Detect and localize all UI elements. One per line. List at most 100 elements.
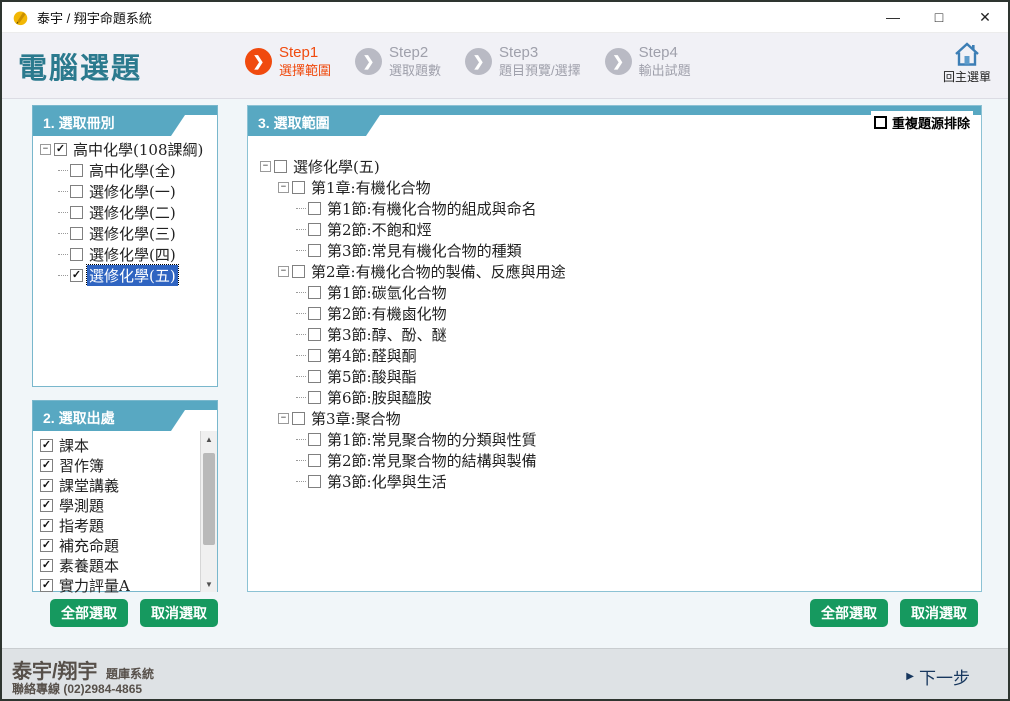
source-checkbox[interactable]: ✓: [40, 539, 53, 552]
node-checkbox[interactable]: [308, 202, 321, 215]
source-checkbox[interactable]: ✓: [40, 519, 53, 532]
node-label[interactable]: 第3節:常見有機化合物的種類: [325, 240, 524, 261]
node-checkbox[interactable]: [308, 307, 321, 320]
node-checkbox[interactable]: [308, 433, 321, 446]
source-label[interactable]: 補充命題: [57, 535, 121, 556]
tree-connector: [296, 481, 306, 482]
tree-expander-icon[interactable]: −: [278, 266, 289, 277]
node-checkbox[interactable]: [292, 265, 305, 278]
node-checkbox[interactable]: [308, 244, 321, 257]
node-checkbox[interactable]: [308, 223, 321, 236]
window-controls: — □ ✕: [870, 2, 1008, 32]
range-select-all-button[interactable]: 全部選取: [810, 599, 888, 627]
node-checkbox[interactable]: [308, 391, 321, 404]
node-label[interactable]: 選修化學(四): [87, 244, 178, 265]
source-label[interactable]: 課本: [57, 435, 91, 456]
node-label[interactable]: 第4節:醛與酮: [325, 345, 419, 366]
node-label[interactable]: 高中化學(全): [87, 160, 178, 181]
node-label[interactable]: 選修化學(一): [87, 181, 178, 202]
node-label[interactable]: 選修化學(三): [87, 223, 178, 244]
source-list-scrollbar[interactable]: ▲ ▼: [200, 431, 217, 592]
close-button[interactable]: ✕: [962, 2, 1008, 32]
step-label: 輸出試題: [639, 63, 691, 79]
source-label[interactable]: 素養題本: [57, 555, 121, 576]
sources-deselect-all-button[interactable]: 取消選取: [140, 599, 218, 627]
next-arrow-icon: ▶: [906, 671, 914, 682]
tree-node-row: − 第2章:有機化合物的製備、反應與用途: [278, 261, 979, 282]
tree-node-row: 第3節:常見有機化合物的種類: [296, 240, 979, 261]
source-label[interactable]: 學測題: [57, 495, 106, 516]
node-checkbox[interactable]: [70, 206, 83, 219]
tree-expander-icon[interactable]: −: [260, 161, 271, 172]
node-label[interactable]: 第2節:有機鹵化物: [325, 303, 449, 324]
node-checkbox[interactable]: [274, 160, 287, 173]
step-name: Step3: [499, 44, 581, 63]
scrollbar-thumb[interactable]: [203, 453, 215, 545]
node-label[interactable]: 第1節:碳氫化合物: [325, 282, 449, 303]
node-checkbox[interactable]: [292, 412, 305, 425]
source-label[interactable]: 實力評量A: [57, 575, 132, 596]
source-checkbox[interactable]: ✓: [40, 559, 53, 572]
node-checkbox[interactable]: [70, 185, 83, 198]
node-checkbox[interactable]: [308, 328, 321, 341]
node-label[interactable]: 選修化學(五): [291, 156, 382, 177]
node-label[interactable]: 第1節:有機化合物的組成與命名: [325, 198, 539, 219]
tree-connector: [296, 208, 306, 209]
minimize-button[interactable]: —: [870, 2, 916, 32]
source-label[interactable]: 指考題: [57, 515, 106, 536]
scroll-up-icon[interactable]: ▲: [201, 431, 217, 447]
scroll-down-icon[interactable]: ▼: [201, 576, 217, 592]
node-checkbox[interactable]: [70, 227, 83, 240]
node-checkbox[interactable]: ✓: [54, 143, 67, 156]
node-label[interactable]: 第2章:有機化合物的製備、反應與用途: [309, 261, 568, 282]
node-checkbox[interactable]: [308, 370, 321, 383]
maximize-button[interactable]: □: [916, 2, 962, 32]
source-checkbox[interactable]: ✓: [40, 459, 53, 472]
node-label[interactable]: 選修化學(五): [87, 265, 178, 286]
source-checkbox[interactable]: ✓: [40, 439, 53, 452]
node-checkbox[interactable]: [292, 181, 305, 194]
next-step-button[interactable]: ▶ 下一步: [906, 664, 970, 689]
node-label[interactable]: 高中化學(108課綱): [71, 139, 205, 160]
tree-expander-icon[interactable]: −: [278, 182, 289, 193]
range-deselect-all-button[interactable]: 取消選取: [900, 599, 978, 627]
node-label[interactable]: 第2節:常見聚合物的結構與製備: [325, 450, 539, 471]
node-checkbox[interactable]: [70, 164, 83, 177]
node-label[interactable]: 第1節:常見聚合物的分類與性質: [325, 429, 539, 450]
home-button[interactable]: 回主選單: [938, 41, 996, 85]
node-label[interactable]: 第3章:聚合物: [309, 408, 403, 429]
node-label[interactable]: 第6節:胺與醯胺: [325, 387, 434, 408]
duplicate-source-filter[interactable]: 重複題源排除: [871, 111, 973, 134]
tree-node-row: 第5節:酸與酯: [296, 366, 979, 387]
node-label[interactable]: 選修化學(二): [87, 202, 178, 223]
source-label[interactable]: 習作簿: [57, 455, 106, 476]
sources-select-all-button[interactable]: 全部選取: [50, 599, 128, 627]
duplicate-source-checkbox[interactable]: [874, 116, 887, 129]
node-checkbox[interactable]: [308, 475, 321, 488]
source-checkbox[interactable]: ✓: [40, 579, 53, 592]
source-item-row: ✓ 指考題: [40, 515, 217, 535]
node-checkbox[interactable]: [308, 349, 321, 362]
step-label: 題目預覽/選擇: [499, 63, 581, 79]
source-label[interactable]: 課堂講義: [57, 475, 121, 496]
node-label[interactable]: 第3節:醇、酚、醚: [325, 324, 449, 345]
panel-volume-select: 1. 選取冊別 −✓高中化學(108課綱)高中化學(全)選修化學(一)選修化學(…: [32, 105, 218, 387]
node-label[interactable]: 第1章:有機化合物: [309, 177, 433, 198]
node-checkbox[interactable]: [70, 248, 83, 261]
node-checkbox[interactable]: [308, 454, 321, 467]
source-checkbox[interactable]: ✓: [40, 499, 53, 512]
node-checkbox[interactable]: ✓: [70, 269, 83, 282]
step-label: 選取題數: [389, 63, 441, 79]
tree-expander-icon[interactable]: −: [278, 413, 289, 424]
node-checkbox[interactable]: [308, 286, 321, 299]
node-label[interactable]: 第2節:不飽和烴: [325, 219, 434, 240]
tree-node-row: 第3節:化學與生活: [296, 471, 979, 492]
node-label[interactable]: 第5節:酸與酯: [325, 366, 419, 387]
source-checkbox[interactable]: ✓: [40, 479, 53, 492]
tree-node-row: 第2節:不飽和烴: [296, 219, 979, 240]
app-window: 泰宇 / 翔宇命題系統 — □ ✕ 電腦選題 ❯Step1選擇範圍❯Step2選…: [0, 0, 1010, 701]
footer-band: 泰宇/翔宇 題庫系統 聯絡專線 (02)2984-4865 ▶ 下一步: [2, 648, 1008, 699]
window-title: 泰宇 / 翔宇命題系統: [37, 8, 152, 27]
tree-expander-icon[interactable]: −: [40, 144, 51, 155]
node-label[interactable]: 第3節:化學與生活: [325, 471, 449, 492]
